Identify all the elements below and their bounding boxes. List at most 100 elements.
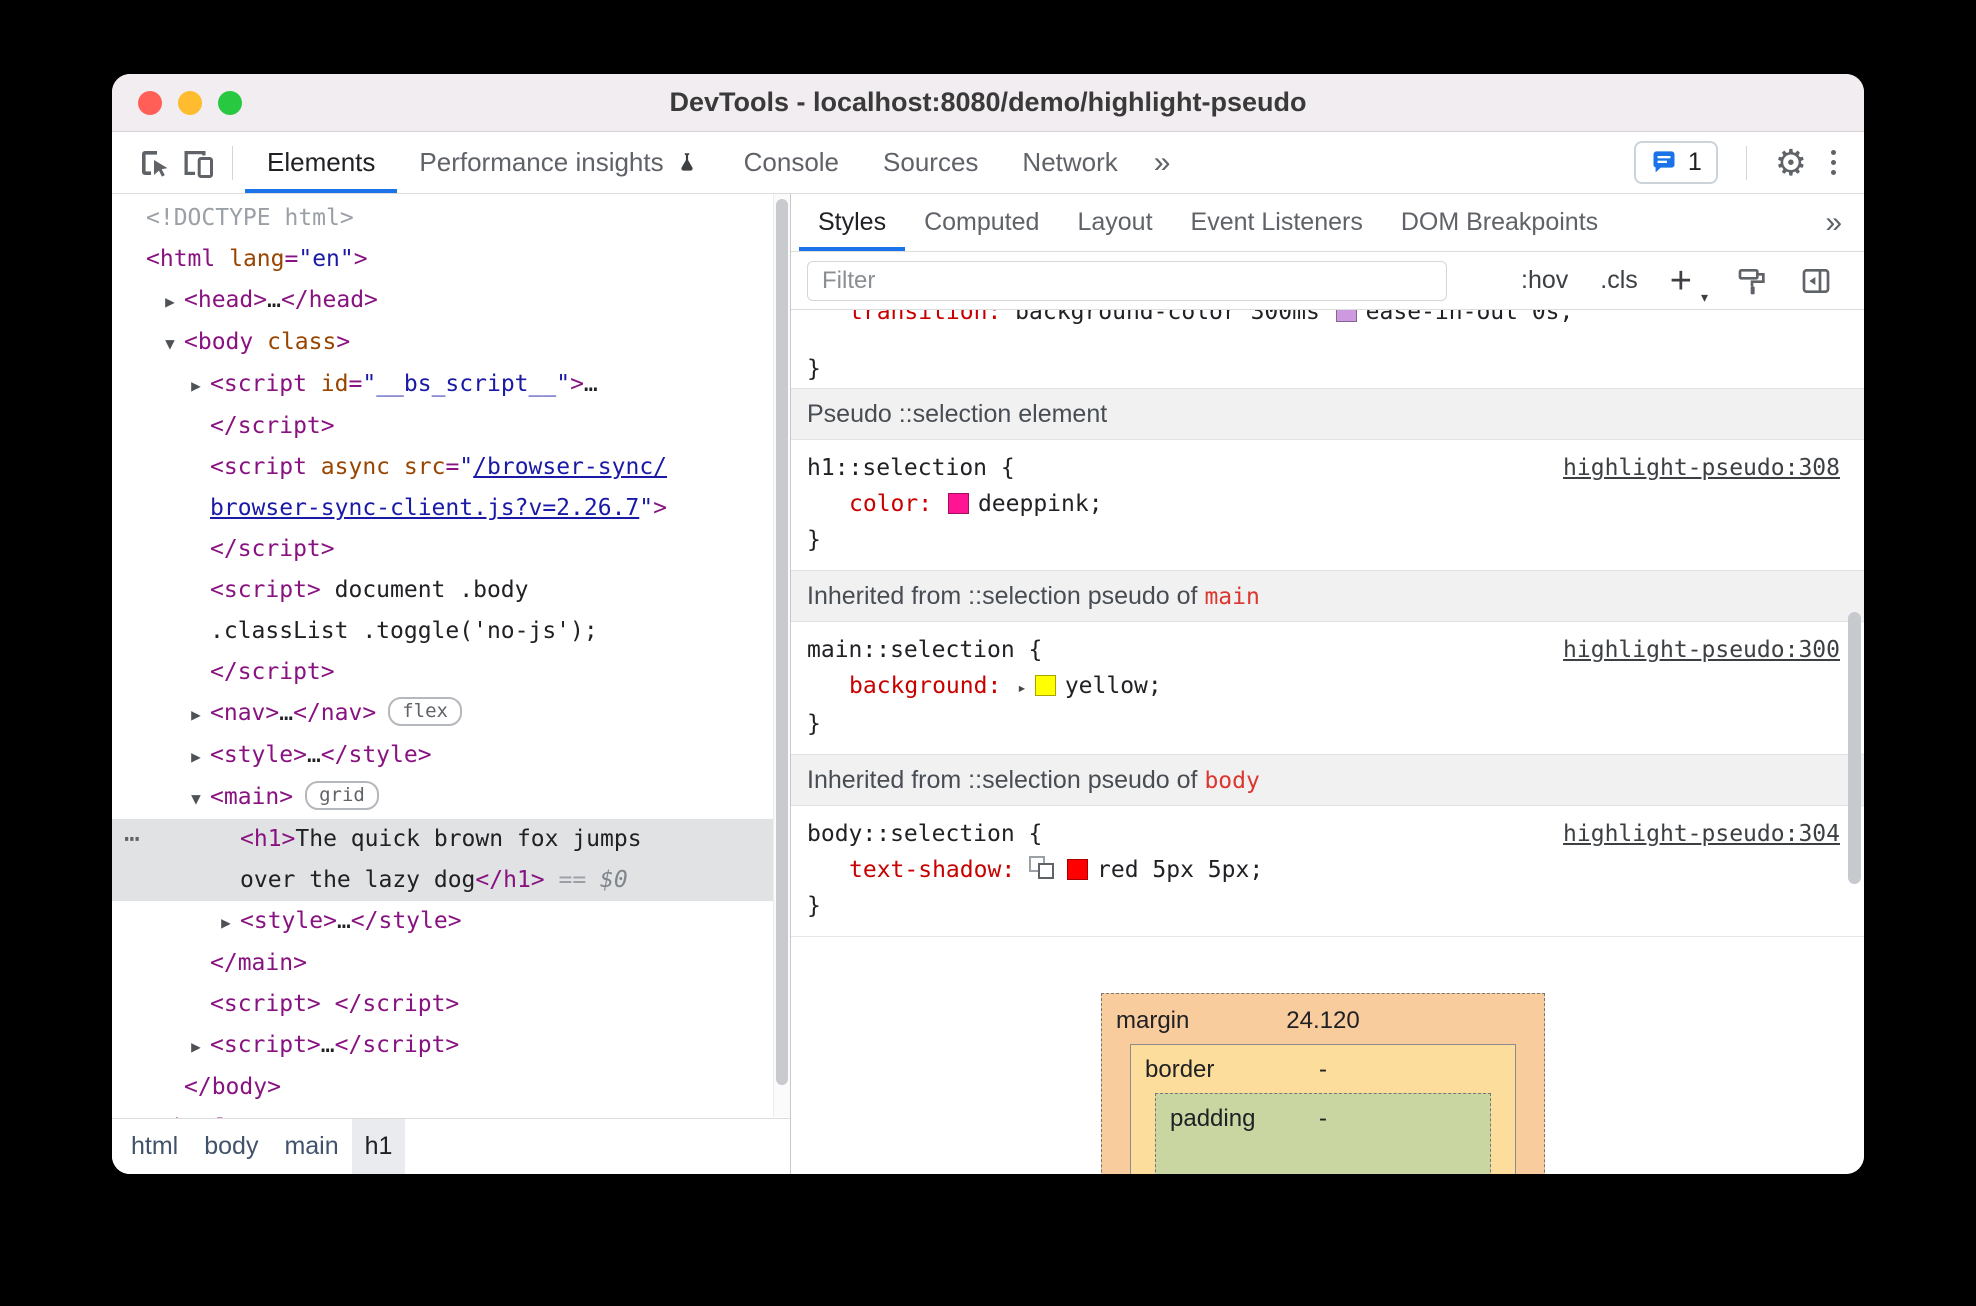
scrollbar-thumb[interactable] xyxy=(776,199,788,1086)
breadcrumb-h1[interactable]: h1 xyxy=(351,1119,406,1174)
tree-node[interactable]: <script> </script> xyxy=(112,984,790,1025)
breadcrumb-main[interactable]: main xyxy=(271,1119,351,1174)
rendering-icon[interactable] xyxy=(1736,265,1768,297)
tab-performance-insights[interactable]: Performance insights xyxy=(397,132,721,193)
box-model-margin[interactable]: margin 24.120 border - padding - xyxy=(1101,993,1545,1174)
zoom-window-button[interactable] xyxy=(218,91,242,115)
more-tabs-button[interactable]: » xyxy=(1140,132,1185,193)
tab-sources[interactable]: Sources xyxy=(861,132,1000,193)
tree-node[interactable]: ▶ <head>…</head> xyxy=(112,280,790,322)
tree-node[interactable]: </script> xyxy=(112,652,790,693)
styles-filter-input[interactable] xyxy=(807,260,1447,301)
css-property[interactable]: background: xyxy=(849,673,1015,699)
tree-node[interactable]: </main> xyxy=(112,943,790,984)
breadcrumb-html[interactable]: html xyxy=(118,1119,191,1174)
css-property[interactable]: text-shadow: xyxy=(849,857,1029,883)
expand-arrow-icon[interactable]: ▶ xyxy=(182,1026,210,1067)
inherited-element-link[interactable]: main xyxy=(1204,584,1259,610)
color-swatch[interactable] xyxy=(1034,675,1056,696)
sidebar-tabs: Styles Computed Layout Event Listeners D… xyxy=(791,194,1864,252)
tree-node[interactable]: .classList .toggle('no-js'); xyxy=(112,611,790,652)
tree-node[interactable]: <html lang="en"> xyxy=(112,239,790,280)
padding-label: padding xyxy=(1170,1105,1256,1132)
tree-node[interactable]: ▶ <nav>…</nav> flex xyxy=(112,693,790,735)
messages-button[interactable]: 1 xyxy=(1633,141,1718,184)
pseudo-state-toggle[interactable]: :hov xyxy=(1521,266,1568,295)
rule-selector[interactable]: h1::selection { xyxy=(807,450,1015,486)
tree-node[interactable]: ▶ <style>…</style> xyxy=(112,735,790,777)
new-style-rule-button[interactable]: + ▾ xyxy=(1670,262,1708,304)
color-swatch[interactable] xyxy=(1067,859,1089,880)
kebab-menu-icon[interactable] xyxy=(1823,142,1844,183)
tab-console[interactable]: Console xyxy=(722,132,861,193)
tree-node[interactable]: <script> document .body xyxy=(112,570,790,611)
minimize-window-button[interactable] xyxy=(178,91,202,115)
tree-node[interactable]: <script async src="/browser-sync/ xyxy=(112,447,790,488)
grid-badge[interactable]: grid xyxy=(305,781,379,810)
tree-node[interactable]: ▼ <body class> xyxy=(112,322,790,364)
expand-arrow-icon[interactable]: ▶ xyxy=(182,736,210,777)
css-value: deeppink; xyxy=(977,491,1103,517)
tree-node[interactable]: </html> xyxy=(112,1108,790,1118)
tree-node[interactable]: </body> xyxy=(112,1067,790,1108)
code-token: " xyxy=(639,495,654,521)
tab-event-listeners[interactable]: Event Listeners xyxy=(1172,194,1382,251)
tab-computed[interactable]: Computed xyxy=(905,194,1058,251)
tree-node[interactable]: </script> xyxy=(112,406,790,447)
tree-node[interactable]: </script> xyxy=(112,529,790,570)
element-class-toggle[interactable]: .cls xyxy=(1600,266,1638,295)
color-swatch[interactable] xyxy=(947,493,969,514)
expand-arrow-icon[interactable]: ▶ xyxy=(156,281,184,322)
source-link[interactable]: highlight-pseudo:308 xyxy=(1563,450,1840,486)
elements-scrollbar[interactable] xyxy=(773,194,790,1117)
tree-node[interactable]: ▶ <style>…</style> xyxy=(112,901,790,943)
tree-node[interactable]: ▶ <script>…</script> xyxy=(112,1025,790,1067)
expand-arrow-icon[interactable]: ▶ xyxy=(212,902,240,943)
device-toolbar-icon[interactable] xyxy=(176,141,220,185)
box-model-border[interactable]: border - padding - xyxy=(1130,1044,1516,1174)
code-token: = xyxy=(348,371,363,397)
flex-badge[interactable]: flex xyxy=(388,697,462,726)
tree-node-selected[interactable]: over the lazy dog</h1> == $0 xyxy=(112,860,790,901)
styles-section-header: Pseudo ::selection element xyxy=(791,388,1864,440)
tab-layout[interactable]: Layout xyxy=(1058,194,1171,251)
styles-scrollbar-thumb[interactable] xyxy=(1848,612,1861,884)
code-token: <nav> xyxy=(210,700,280,726)
shadow-editor-icon[interactable] xyxy=(1029,856,1057,881)
tab-styles[interactable]: Styles xyxy=(799,194,905,251)
settings-gear-icon[interactable]: ⚙ xyxy=(1775,144,1807,181)
tree-node[interactable]: browser-sync-client.js?v=2.26.7"> xyxy=(112,488,790,529)
more-actions-icon[interactable]: ⋯ xyxy=(124,819,141,860)
inspect-cursor-icon[interactable] xyxy=(132,141,176,185)
inherited-element-link[interactable]: body xyxy=(1204,768,1259,794)
source-link[interactable]: highlight-pseudo:300 xyxy=(1563,632,1840,668)
close-window-button[interactable] xyxy=(138,91,162,115)
code-token: src xyxy=(403,454,446,480)
css-declaration[interactable]: text-shadow: red 5px 5px; xyxy=(807,852,1840,888)
tree-node-selected[interactable]: ⋯ <h1>The quick brown fox jumps xyxy=(112,819,790,860)
collapse-arrow-icon[interactable]: ▼ xyxy=(156,323,184,364)
more-sidebar-tabs-button[interactable]: » xyxy=(1811,194,1856,251)
tab-elements[interactable]: Elements xyxy=(245,132,397,193)
expand-arrow-icon[interactable]: ▶ xyxy=(182,365,210,406)
tab-network[interactable]: Network xyxy=(1000,132,1139,193)
expand-arrow-icon[interactable]: ▶ xyxy=(182,694,210,735)
rule-close-brace: } xyxy=(807,356,821,382)
tree-node[interactable]: <!DOCTYPE html> xyxy=(112,198,790,239)
tab-dom-breakpoints[interactable]: DOM Breakpoints xyxy=(1382,194,1617,251)
tree-node[interactable]: ▼ <main> grid xyxy=(112,777,790,819)
rule-selector[interactable]: main::selection { xyxy=(807,632,1042,668)
sidebar-toggle-icon[interactable] xyxy=(1800,265,1832,297)
color-swatch[interactable] xyxy=(1335,310,1357,322)
box-model-padding[interactable]: padding - xyxy=(1155,1093,1491,1174)
css-property[interactable]: transition: xyxy=(849,310,1001,325)
css-property[interactable]: color: xyxy=(849,491,946,517)
css-declaration[interactable]: color: deeppink; xyxy=(807,486,1840,522)
rule-selector[interactable]: body::selection { xyxy=(807,816,1042,852)
shorthand-expand-icon[interactable]: ▸ xyxy=(1017,670,1027,706)
source-link[interactable]: highlight-pseudo:304 xyxy=(1563,816,1840,852)
css-declaration[interactable]: background: ▸ yellow; xyxy=(807,668,1840,706)
collapse-arrow-icon[interactable]: ▼ xyxy=(182,778,210,819)
tree-node[interactable]: ▶ <script id="__bs_script__">… xyxy=(112,364,790,406)
breadcrumb-body[interactable]: body xyxy=(191,1119,271,1174)
